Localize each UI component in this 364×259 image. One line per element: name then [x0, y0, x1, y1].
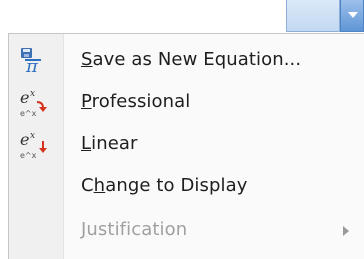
split-button-dropdown[interactable]: [340, 0, 364, 32]
menu-item-label: Save as New Equation...: [81, 49, 302, 70]
professional-format-icon: e x e^x: [19, 88, 47, 118]
svg-text:π: π: [25, 56, 39, 75]
svg-text:e: e: [20, 89, 29, 107]
svg-text:e^x: e^x: [20, 151, 37, 160]
menu-item-label: Linear: [81, 133, 138, 154]
menu-item-professional[interactable]: e x e^x Professional: [9, 82, 364, 124]
linear-format-icon: e x e^x: [19, 130, 47, 160]
menu-item-change-to-display[interactable]: Change to Display: [9, 166, 364, 208]
svg-text:e^x: e^x: [20, 109, 37, 118]
menu-item-label: Change to Display: [81, 175, 248, 196]
menu-item-label: Justification: [81, 219, 188, 240]
menu-item-save-as-new-equation[interactable]: π Save as New Equation...: [9, 40, 364, 82]
submenu-arrow-icon: [343, 226, 349, 236]
split-button-main[interactable]: [286, 0, 340, 32]
save-equation-icon: π: [19, 47, 47, 77]
svg-text:e: e: [20, 131, 29, 149]
svg-text:x: x: [30, 89, 35, 99]
chevron-down-icon: [348, 12, 358, 18]
menu-item-linear[interactable]: e x e^x Linear: [9, 124, 364, 166]
equation-options-menu: π Save as New Equation... e x e^x Profes…: [8, 33, 364, 259]
svg-text:x: x: [30, 131, 35, 141]
equation-options-screen: π Save as New Equation... e x e^x Profes…: [0, 0, 364, 259]
equation-options-split-button[interactable]: [286, 0, 364, 34]
menu-item-justification[interactable]: Justification: [9, 210, 364, 252]
menu-item-label: Professional: [81, 91, 191, 112]
